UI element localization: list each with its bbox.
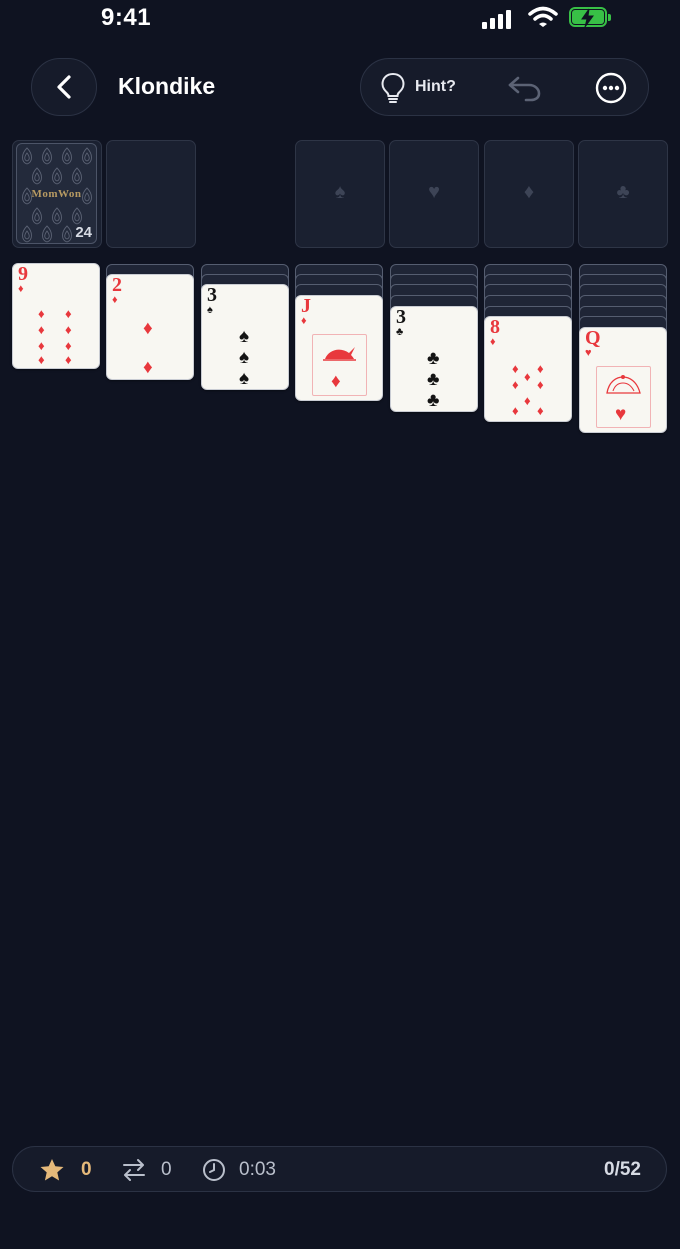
tableau-card-col4[interactable]: J ♦ ♦: [295, 295, 383, 401]
diamond-pip: ♦: [38, 306, 45, 321]
page-title: Klondike: [118, 73, 216, 99]
diamond-pip: ♦: [512, 361, 519, 376]
diamond-pip: ♦: [143, 318, 153, 339]
heart-pip: ♥: [615, 404, 627, 425]
score-value: 0: [81, 1159, 92, 1180]
foundation-club[interactable]: ♣: [578, 140, 668, 248]
moves-value: 0: [161, 1159, 172, 1180]
heart-icon: ♥: [428, 181, 440, 203]
card-rank: Q: [585, 327, 601, 349]
foundation-diamond[interactable]: ♦: [484, 140, 574, 248]
stock-count: 24: [75, 224, 92, 241]
diamond-pip: ♦: [537, 377, 544, 392]
undo-icon[interactable]: [507, 74, 543, 102]
diamond-icon: ♦: [112, 294, 118, 306]
star-icon: [40, 1159, 64, 1181]
status-time: 9:41: [101, 4, 152, 31]
diamond-icon: ♦: [523, 181, 535, 203]
diamond-pip: ♦: [331, 371, 341, 392]
waste-slot[interactable]: [106, 140, 196, 248]
spade-icon: ♠: [334, 181, 346, 203]
stock-pile[interactable]: MomWon 24: [16, 143, 97, 244]
wifi-icon: [528, 6, 558, 27]
spade-pip: ♠: [239, 326, 250, 347]
foundation-heart[interactable]: ♥: [389, 140, 479, 248]
tableau-card-col5[interactable]: 3 ♣ ♣ ♣ ♣: [390, 306, 478, 412]
face-card-frame: ♦: [312, 334, 367, 396]
back-button[interactable]: [31, 58, 97, 116]
diamond-pip: ♦: [38, 322, 45, 337]
diamond-icon: ♦: [490, 336, 496, 348]
more-options-icon[interactable]: [595, 72, 627, 104]
diamond-pip: ♦: [65, 322, 72, 337]
foundation-spade[interactable]: ♠: [295, 140, 385, 248]
timer-value: 0:03: [239, 1159, 276, 1180]
club-icon: ♣: [616, 181, 630, 203]
stats-bar: 0 0 0:03 0/52: [12, 1146, 667, 1192]
card-rank: 9: [18, 263, 28, 285]
moves-icon: [123, 1159, 145, 1181]
diamond-pip: ♦: [65, 338, 72, 353]
diamond-pip: ♦: [65, 352, 72, 367]
card-back-logo: MomWon: [31, 188, 82, 200]
jack-hat-icon: [323, 347, 356, 361]
cellular-signal-icon: [482, 9, 516, 29]
club-pip: ♣: [427, 348, 440, 369]
spade-pip: ♠: [239, 368, 250, 389]
card-rank: 3: [207, 284, 217, 306]
hint-button[interactable]: Hint?: [415, 78, 456, 96]
diamond-pip: ♦: [38, 352, 45, 367]
spade-pip: ♠: [239, 347, 250, 368]
diamond-icon: ♦: [301, 315, 307, 327]
club-pip: ♣: [427, 390, 440, 411]
diamond-pip: ♦: [38, 338, 45, 353]
heart-icon: ♥: [585, 347, 592, 359]
diamond-pip: ♦: [143, 357, 153, 378]
tableau-card-col1[interactable]: 9 ♦ ♦ ♦ ♦ ♦ ♦ ♦ ♦ ♦: [12, 263, 100, 369]
lightbulb-icon[interactable]: [380, 72, 406, 104]
diamond-icon: ♦: [18, 283, 24, 295]
tableau-card-col7[interactable]: Q ♥ ♥: [579, 327, 667, 433]
game-toolbar: Hint?: [360, 58, 649, 116]
club-pip: ♣: [427, 369, 440, 390]
card-rank: 2: [112, 274, 122, 296]
card-rank: 3: [396, 306, 406, 328]
diamond-pip: ♦: [65, 306, 72, 321]
diamond-pip: ♦: [512, 377, 519, 392]
progress-value: 0/52: [604, 1159, 641, 1180]
queen-crown-icon: [606, 375, 641, 394]
club-icon: ♣: [396, 326, 404, 338]
diamond-pip: ♦: [512, 403, 519, 418]
face-card-frame: ♥: [596, 366, 651, 428]
tableau-card-col2[interactable]: 2 ♦ ♦ ♦: [106, 274, 194, 380]
battery-icon: [569, 7, 611, 29]
tableau-card-col3[interactable]: 3 ♠ ♠ ♠ ♠: [201, 284, 289, 390]
diamond-pip: ♦: [524, 393, 531, 408]
tableau-card-col6[interactable]: 8 ♦ ♦ ♦ ♦ ♦ ♦ ♦ ♦ ♦: [484, 316, 572, 422]
card-rank: J: [301, 295, 311, 317]
diamond-pip: ♦: [524, 369, 531, 384]
clock-icon: [203, 1159, 225, 1181]
diamond-pip: ♦: [537, 361, 544, 376]
diamond-pip: ♦: [537, 403, 544, 418]
card-rank: 8: [490, 316, 500, 338]
chevron-left-icon: [57, 75, 71, 99]
spade-icon: ♠: [207, 304, 213, 316]
